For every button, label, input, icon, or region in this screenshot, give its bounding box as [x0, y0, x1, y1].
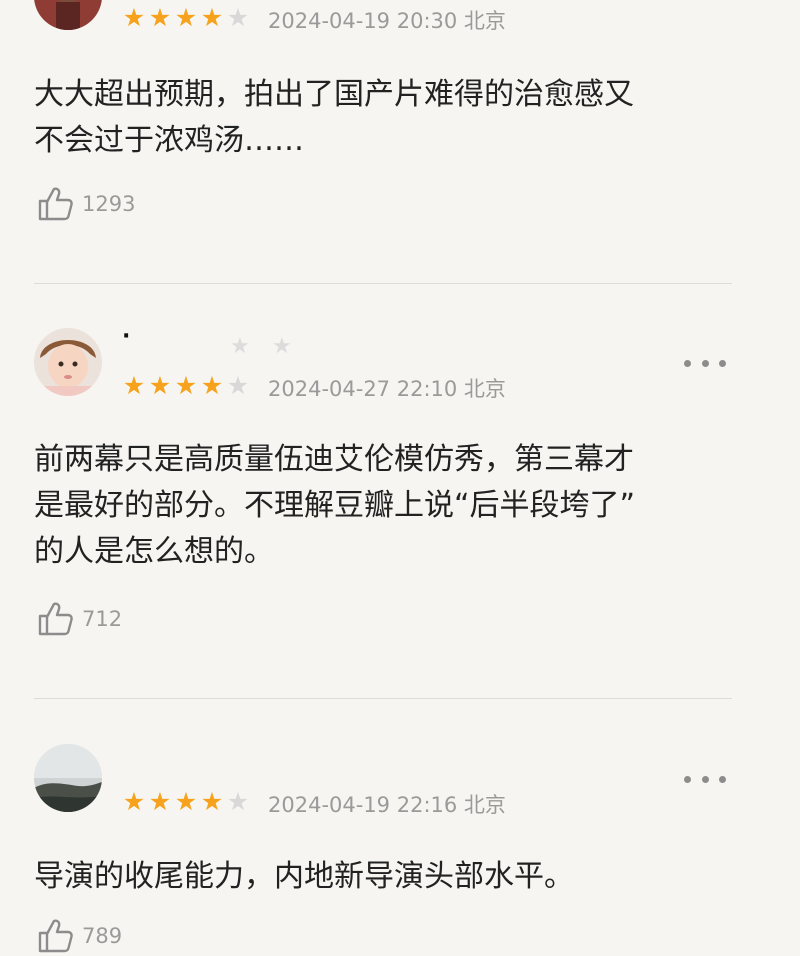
comment-date: 2024-04-19 20:30 北京	[268, 9, 506, 33]
star-watermark-icon: ★	[230, 334, 250, 359]
star-empty-icon: ★	[226, 3, 250, 32]
more-options-button[interactable]	[682, 767, 728, 791]
star-filled-icon: ★	[200, 787, 224, 816]
like-count: 789	[82, 924, 123, 948]
comment-item: ★ ★ ★ ★ ★ 2024-04-19 20:30 北京 大大超出预期，拍出了…	[0, 0, 800, 283]
comment-item: ★ ★ ★ ★ ★ 2024-04-19 22:16 北京 导演的收尾能力，内地…	[0, 699, 800, 955]
star-filled-icon: ★	[200, 3, 224, 32]
comment-item: · ★ ★ ★ ★ ★ ★ ★ 2024-04-27 22:10 北京 前两幕只…	[0, 284, 800, 698]
star-filled-icon: ★	[148, 787, 172, 816]
like-count: 1293	[82, 192, 136, 216]
avatar[interactable]	[34, 0, 102, 30]
star-watermark-icon: ★	[272, 334, 292, 359]
star-filled-icon: ★	[122, 787, 146, 816]
comment-date: 2024-04-27 22:10 北京	[268, 377, 506, 401]
comment-text: 大大超出预期，拍出了国产片难得的治愈感又 不会过于浓鸡汤……	[34, 77, 634, 158]
star-empty-icon: ★	[226, 787, 250, 816]
star-filled-icon: ★	[174, 371, 198, 400]
star-filled-icon: ★	[174, 3, 198, 32]
rating-stars: ★ ★ ★ ★ ★	[121, 5, 251, 31]
more-options-button[interactable]	[682, 0, 728, 6]
star-empty-icon: ★	[226, 371, 250, 400]
more-dots-icon	[684, 359, 691, 367]
more-dots-icon	[684, 775, 691, 783]
thumbs-up-icon	[38, 919, 73, 953]
star-filled-icon: ★	[174, 787, 198, 816]
avatar[interactable]	[34, 328, 102, 396]
like-button[interactable]: 1293	[36, 184, 135, 224]
like-button[interactable]: 789	[36, 916, 122, 956]
star-filled-icon: ★	[148, 371, 172, 400]
username[interactable]: ·	[122, 324, 131, 349]
star-filled-icon: ★	[200, 371, 224, 400]
like-count: 712	[82, 607, 123, 631]
star-filled-icon: ★	[148, 3, 172, 32]
avatar[interactable]	[34, 744, 102, 812]
comment-text: 前两幕只是高质量伍迪艾伦模仿秀，第三幕才 是最好的部分。不理解豆瓣上说“后半段垮…	[34, 442, 636, 569]
rating-stars: ★ ★ ★ ★ ★	[121, 789, 251, 815]
like-button[interactable]: 712	[36, 599, 122, 639]
star-filled-icon: ★	[122, 3, 146, 32]
rating-stars: ★ ★ ★ ★ ★	[121, 373, 251, 399]
comment-text: 导演的收尾能力，内地新导演头部水平。	[34, 859, 574, 894]
comment-date: 2024-04-19 22:16 北京	[268, 793, 506, 817]
thumbs-up-icon	[38, 187, 73, 221]
more-options-button[interactable]	[682, 351, 728, 375]
thumbs-up-icon	[38, 602, 73, 636]
star-filled-icon: ★	[122, 371, 146, 400]
